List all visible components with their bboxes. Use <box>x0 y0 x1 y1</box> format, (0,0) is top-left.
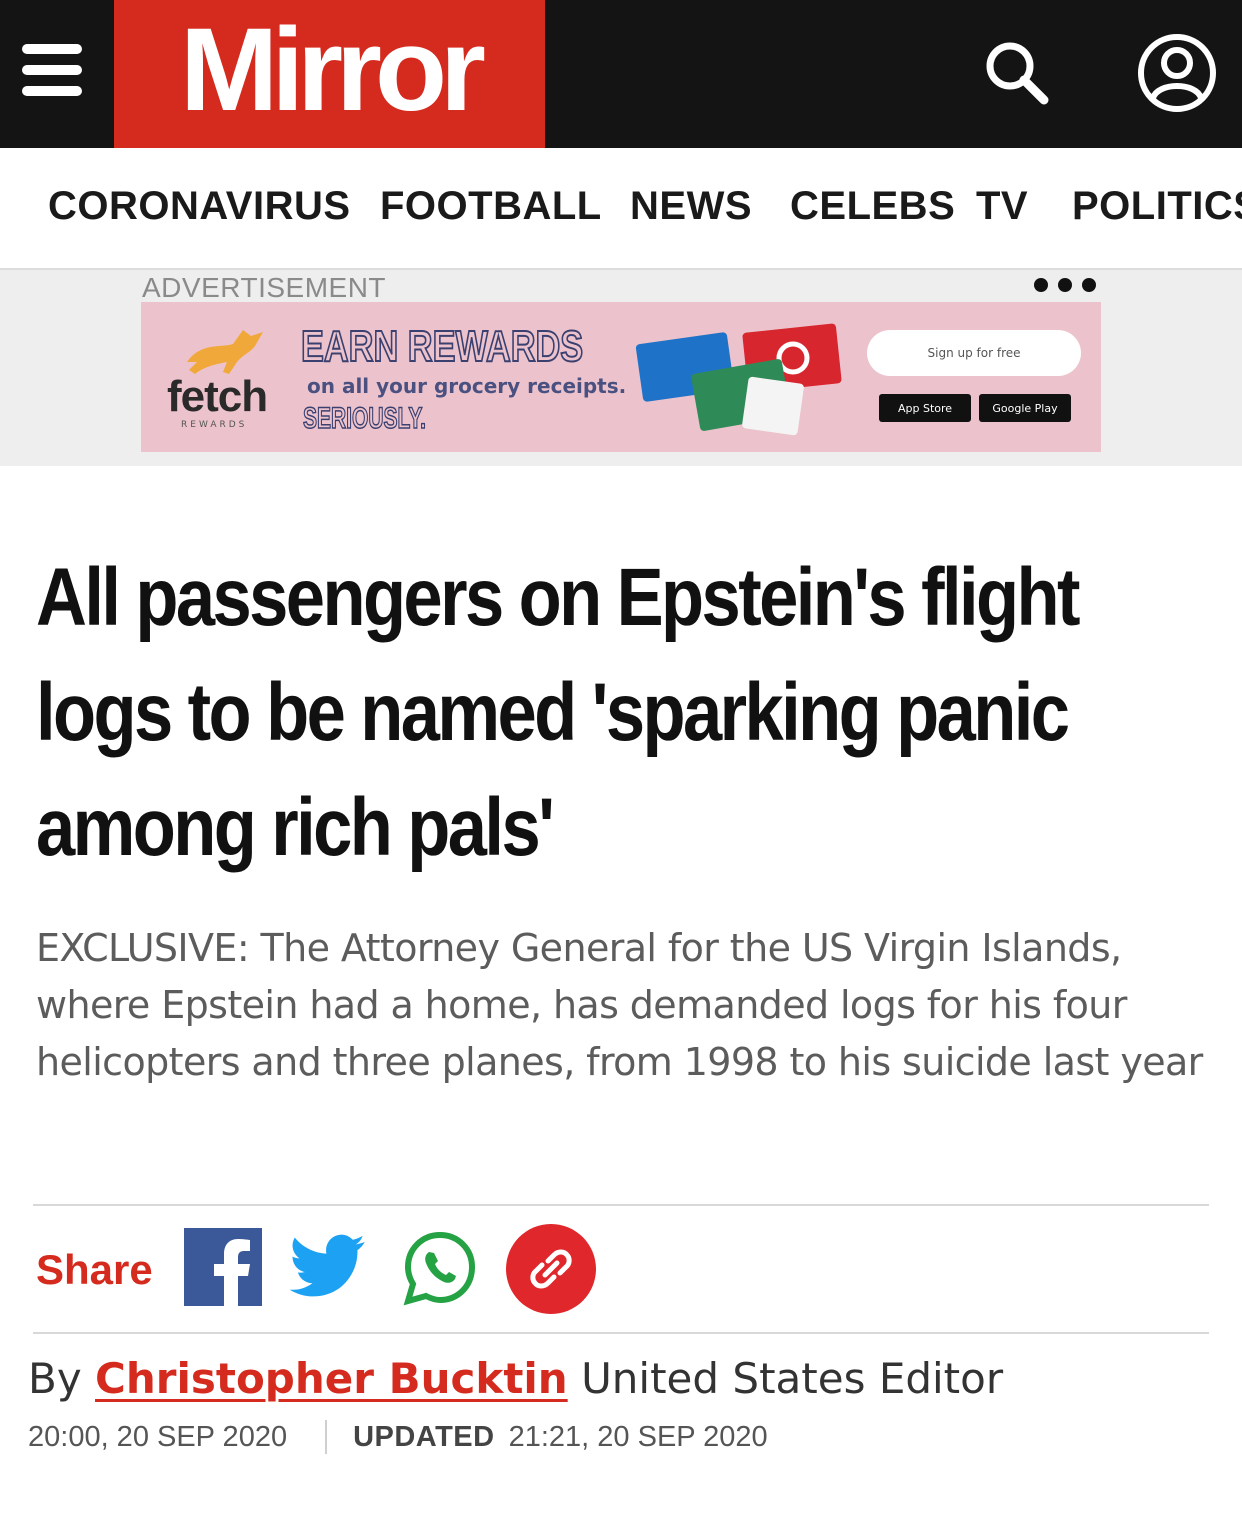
nav-item-news[interactable]: NEWS <box>630 184 752 229</box>
hamburger-menu-icon[interactable] <box>22 44 82 96</box>
nav-item-coronavirus[interactable]: CORONAVIRUS <box>48 184 351 229</box>
twitter-icon[interactable] <box>290 1234 366 1298</box>
advertisement-area: ADVERTISEMENT fetch REWARDS EARN REWARDS… <box>0 270 1242 466</box>
nav-item-football[interactable]: FOOTBALL <box>380 184 602 229</box>
byline-prefix: By <box>28 1354 82 1403</box>
divider <box>33 1204 1209 1206</box>
updated-time: 21:21, 20 SEP 2020 <box>508 1420 768 1453</box>
facebook-icon[interactable] <box>184 1228 262 1306</box>
main-nav: CORONAVIRUS FOOTBALL NEWS CELEBS TV POLI… <box>0 148 1242 270</box>
author-link[interactable]: Christopher Bucktin <box>95 1354 568 1403</box>
app-store-button[interactable]: App Store <box>879 394 971 422</box>
logo-text: Mirror <box>180 4 486 136</box>
ad-brand-sub: REWARDS <box>181 420 248 430</box>
article-dates: 20:00, 20 SEP 2020 UPDATED 21:21, 20 SEP… <box>28 1420 768 1454</box>
ad-options-icon[interactable] <box>1034 278 1096 292</box>
byline: By Christopher Bucktin United States Edi… <box>28 1354 1003 1403</box>
article-headline: All passengers on Epstein's flight logs … <box>36 552 1080 873</box>
share-label: Share <box>36 1246 153 1293</box>
advertisement-label: ADVERTISEMENT <box>142 272 387 303</box>
google-play-button[interactable]: Google Play <box>979 394 1071 422</box>
nav-item-politics[interactable]: POLITICS <box>1072 184 1242 229</box>
article-standfirst: EXCLUSIVE: The Attorney General for the … <box>36 926 1203 1084</box>
site-header: Mirror <box>0 0 1242 148</box>
nav-item-celebs[interactable]: CELEBS <box>790 184 955 229</box>
ad-signup-button[interactable]: Sign up for free <box>867 330 1081 376</box>
whatsapp-icon[interactable] <box>402 1230 478 1306</box>
ad-brand: fetch <box>167 372 268 421</box>
account-icon[interactable] <box>1136 32 1218 114</box>
search-icon[interactable] <box>980 36 1052 108</box>
ad-subline: on all your grocery receipts. <box>307 374 627 398</box>
divider <box>33 1332 1209 1334</box>
ad-headline: EARN REWARDS <box>300 321 584 372</box>
gift-cards-icon <box>635 323 842 436</box>
copy-link-icon[interactable] <box>506 1224 596 1314</box>
fetch-dog-icon <box>187 330 263 374</box>
nav-item-tv[interactable]: TV <box>976 184 1028 229</box>
ad-tagline: SERIOUSLY. <box>302 401 426 436</box>
updated-label: UPDATED <box>353 1420 495 1453</box>
published-time: 20:00, 20 SEP 2020 <box>28 1420 288 1453</box>
author-role: United States Editor <box>581 1354 1004 1403</box>
date-separator <box>325 1420 328 1454</box>
ad-banner[interactable]: fetch REWARDS EARN REWARDS on all your g… <box>141 302 1101 452</box>
mirror-logo[interactable]: Mirror <box>114 0 545 148</box>
